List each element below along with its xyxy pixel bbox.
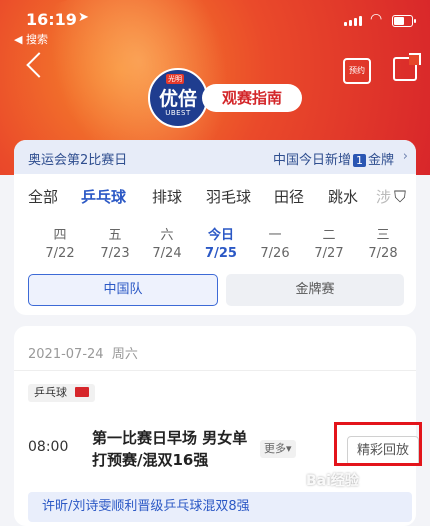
battery-icon (392, 15, 416, 27)
day-item[interactable]: 六 7/24 (142, 227, 192, 263)
china-flag-icon (75, 387, 89, 397)
divider (14, 370, 416, 371)
ubest-logo: 光明 优倍 UBEST (148, 68, 208, 128)
event-title[interactable]: 第一比赛日早场 男女单打预赛/混双16强 (92, 427, 262, 471)
logo-brand-tag: 光明 (166, 74, 184, 84)
competition-day-label: 奥运会第2比赛日 (28, 153, 128, 168)
schedule-panel: 奥运会第2比赛日 中国今日新增 1 金牌 › 全部 乒乓球 排球 羽毛球 田径 跳水… (14, 140, 416, 315)
day-item[interactable]: 三 7/28 (358, 227, 408, 263)
more-button[interactable]: 更多▾ (260, 440, 296, 458)
day-item-today[interactable]: 今日 7/25 (196, 227, 246, 263)
day-date: 7/27 (314, 246, 344, 261)
day-date: 7/25 (205, 246, 237, 261)
segment-gold-medal-events[interactable]: 金牌赛 (226, 274, 404, 306)
medal-info-bar[interactable]: 奥运会第2比赛日 中国今日新增 1 金牌 › (14, 140, 416, 174)
tab-badminton[interactable]: 羽毛球 (206, 186, 251, 207)
day-weekday: 二 (322, 228, 336, 243)
status-time: 16:19 (26, 10, 77, 29)
china-gold-summary: 中国今日新增 1 金牌 (273, 149, 394, 168)
tab-partial[interactable]: 涉 (376, 186, 391, 207)
day-date: 7/24 (152, 246, 182, 261)
day-item[interactable]: 四 7/22 (35, 227, 85, 263)
location-arrow-icon: ➤ (78, 10, 89, 25)
highlights-replay-button[interactable]: 精彩回放 (347, 436, 419, 466)
sport-chip-label: 乒乓球 (34, 386, 67, 399)
day-weekday: 一 (268, 228, 282, 243)
event-card: 2021-07-24 周六 乒乓球 08:00 第一比赛日早场 男女单打预赛/混… (14, 326, 422, 526)
tab-all[interactable]: 全部 (28, 186, 58, 207)
share-icon[interactable] (393, 53, 421, 81)
sports-tab-bar: 全部 乒乓球 排球 羽毛球 田径 跳水 涉 ⛉ (14, 186, 416, 216)
segment-china-team[interactable]: 中国队 (28, 274, 218, 306)
tab-volleyball[interactable]: 排球 (152, 186, 182, 207)
event-time: 08:00 (28, 439, 69, 455)
day-weekday: 三 (376, 228, 390, 243)
day-item[interactable]: 二 7/27 (304, 227, 354, 263)
day-item[interactable]: 一 7/26 (250, 227, 300, 263)
back-to-search-link[interactable]: ◀ 搜索 (14, 31, 48, 47)
day-date: 7/28 (368, 246, 398, 261)
filter-icon[interactable]: ⛉ (394, 187, 406, 207)
news-banner[interactable]: 许昕/刘诗雯顺利晋级乒乓球混双8强 (28, 492, 412, 522)
day-date: 7/26 (260, 246, 290, 261)
event-weekday: 周六 (111, 347, 138, 362)
viewing-guide-title: 观赛指南 (202, 84, 302, 112)
wifi-icon: ◠ (370, 11, 383, 27)
gold-count-badge: 1 (352, 154, 366, 167)
sport-chip: 乒乓球 (28, 384, 95, 402)
gold-summary-suffix: 金牌 (367, 153, 394, 168)
tab-athletics[interactable]: 田径 (274, 186, 304, 207)
tab-table-tennis[interactable]: 乒乓球 (81, 186, 126, 207)
event-date-row: 2021-07-24 周六 (28, 343, 138, 362)
tab-diving[interactable]: 跳水 (328, 186, 358, 207)
watermark: Bai经验 (306, 473, 359, 489)
gold-summary-prefix: 中国今日新增 (272, 153, 351, 168)
logo-main-text: 优倍 (158, 88, 197, 110)
day-weekday: 六 (160, 228, 174, 243)
day-weekday: 四 (53, 228, 67, 243)
day-item[interactable]: 五 7/23 (90, 227, 140, 263)
chevron-right-icon: › (402, 149, 408, 164)
day-date: 7/23 (100, 246, 130, 261)
event-date: 2021-07-24 (28, 347, 104, 362)
day-weekday: 五 (108, 228, 122, 243)
reserve-calendar-icon[interactable]: 预约 (343, 58, 371, 84)
status-bar: 16:19 ➤ ◀ 搜索 ◠ (0, 0, 430, 46)
cellular-signal-icon (344, 16, 362, 26)
day-weekday: 今日 (207, 228, 234, 243)
day-date: 7/22 (45, 246, 75, 261)
logo-sub-text: UBEST (165, 109, 191, 117)
